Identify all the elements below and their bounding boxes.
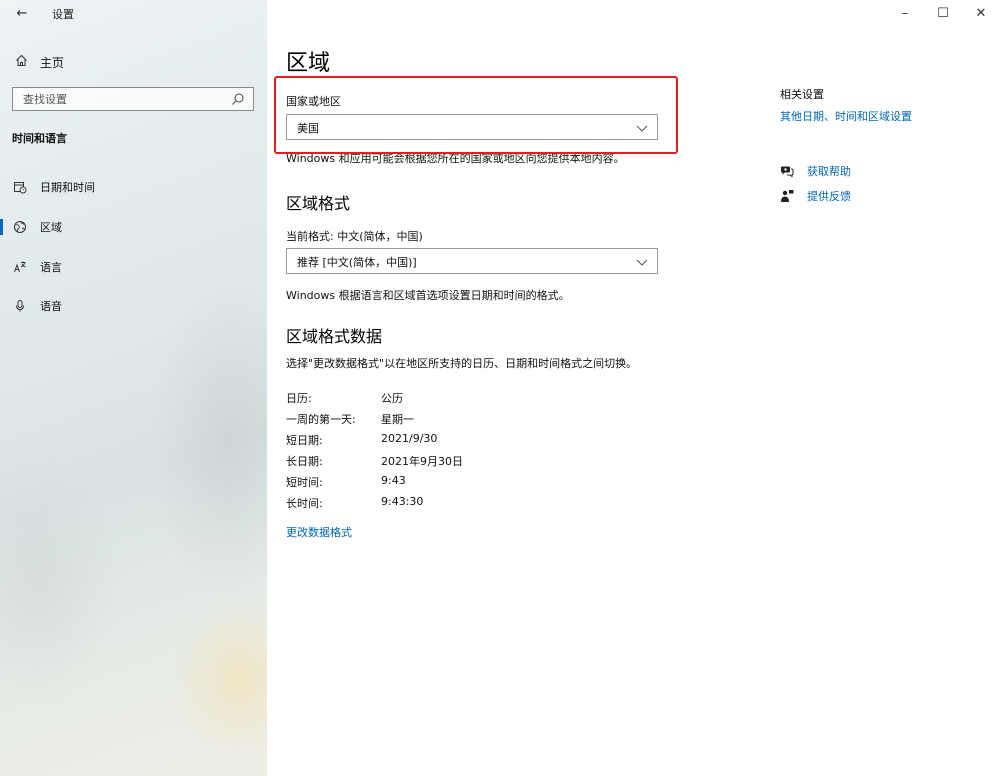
globe-region-icon xyxy=(12,219,28,235)
format-row-value: 星期一 xyxy=(381,413,414,426)
chat-help-icon xyxy=(780,164,794,178)
sidebar-item-region[interactable]: 区域 xyxy=(0,214,267,240)
search-box xyxy=(12,87,254,111)
sidebar-item-label: 语言 xyxy=(40,261,62,274)
background-texture xyxy=(0,450,120,710)
give-feedback-label: 提供反馈 xyxy=(807,190,851,203)
format-row-key: 一周的第一天: xyxy=(286,413,356,426)
country-label: 国家或地区 xyxy=(286,95,341,108)
country-dropdown[interactable]: 美国 xyxy=(286,114,658,140)
chevron-down-icon xyxy=(635,120,649,134)
format-row-value: 2021年9月30日 xyxy=(381,455,463,468)
change-data-format-link[interactable]: 更改数据格式 xyxy=(286,524,352,540)
format-data-heading: 区域格式数据 xyxy=(286,327,383,346)
country-description: Windows 和应用可能会根据您所在的国家或地区向您提供本地内容。 xyxy=(286,152,625,165)
format-row-key: 短时间: xyxy=(286,476,323,489)
sidebar-item-label: 日期和时间 xyxy=(40,181,95,194)
title-bar: ← 设置 xyxy=(0,0,267,28)
calendar-clock-icon xyxy=(12,179,28,195)
give-feedback-link[interactable]: 提供反馈 xyxy=(780,188,851,204)
get-help-label: 获取帮助 xyxy=(807,165,851,178)
window-controls: – ☐ ✕ xyxy=(886,0,1000,28)
current-format-label: 当前格式: 中文(简体，中国) xyxy=(286,230,423,243)
language-icon xyxy=(12,259,28,275)
maximize-button[interactable]: ☐ xyxy=(924,0,962,28)
format-row-key: 长日期: xyxy=(286,455,323,468)
minimize-button[interactable]: – xyxy=(886,0,924,28)
feedback-person-icon xyxy=(780,189,794,203)
format-row-value: 2021/9/30 xyxy=(381,432,438,445)
format-data-description: 选择"更改数据格式"以在地区所支持的日历、日期和时间格式之间切换。 xyxy=(286,357,638,370)
regional-format-selected-value: 推荐 [中文(简体，中国)] xyxy=(297,256,417,269)
country-selected-value: 美国 xyxy=(297,122,319,135)
additional-date-time-region-link[interactable]: 其他日期、时间和区域设置 xyxy=(780,108,912,124)
format-row-key: 日历: xyxy=(286,392,312,405)
format-row-value: 9:43 xyxy=(381,474,406,487)
sidebar-item-language[interactable]: 语言 xyxy=(0,254,267,280)
get-help-link[interactable]: 获取帮助 xyxy=(780,163,851,179)
back-button[interactable]: ← xyxy=(12,4,32,24)
minimize-icon: – xyxy=(901,6,909,21)
regional-format-heading: 区域格式 xyxy=(286,194,351,213)
maximize-icon: ☐ xyxy=(937,6,949,21)
home-icon xyxy=(14,54,28,70)
format-row-key: 长时间: xyxy=(286,497,323,510)
regional-format-dropdown[interactable]: 推荐 [中文(简体，中国)] xyxy=(286,248,658,274)
background-texture xyxy=(170,600,267,760)
microphone-icon xyxy=(12,298,28,314)
close-icon: ✕ xyxy=(975,6,987,21)
format-row-value: 公历 xyxy=(381,392,403,405)
search-icon[interactable] xyxy=(231,91,245,105)
related-settings-title: 相关设置 xyxy=(780,88,824,101)
sidebar-section-title: 时间和语言 xyxy=(12,132,67,145)
main-content: – ☐ ✕ 区域 国家或地区 美国 Windows 和应用可能会根据您所在的国家… xyxy=(267,0,1000,776)
sidebar-item-date-time[interactable]: 日期和时间 xyxy=(0,174,267,200)
sidebar-item-home[interactable]: 主页 xyxy=(0,50,267,74)
sidebar-item-label: 区域 xyxy=(40,221,62,234)
close-button[interactable]: ✕ xyxy=(962,0,1000,28)
page-title: 区域 xyxy=(286,51,331,76)
search-input[interactable] xyxy=(13,88,223,110)
sidebar-item-speech[interactable]: 语音 xyxy=(0,293,267,319)
format-row-key: 短日期: xyxy=(286,434,323,447)
sidebar: ← 设置 主页 时间和语言 日期和时间 区域 语言 xyxy=(0,0,267,776)
regional-format-description: Windows 根据语言和区域首选项设置日期和时间的格式。 xyxy=(286,289,570,302)
format-row-value: 9:43:30 xyxy=(381,495,424,508)
sidebar-item-label: 主页 xyxy=(40,55,65,70)
chevron-down-icon xyxy=(635,254,649,268)
background-texture xyxy=(150,280,267,600)
app-title: 设置 xyxy=(52,8,74,21)
arrow-left-icon: ← xyxy=(16,6,28,21)
sidebar-item-label: 语音 xyxy=(40,300,62,313)
